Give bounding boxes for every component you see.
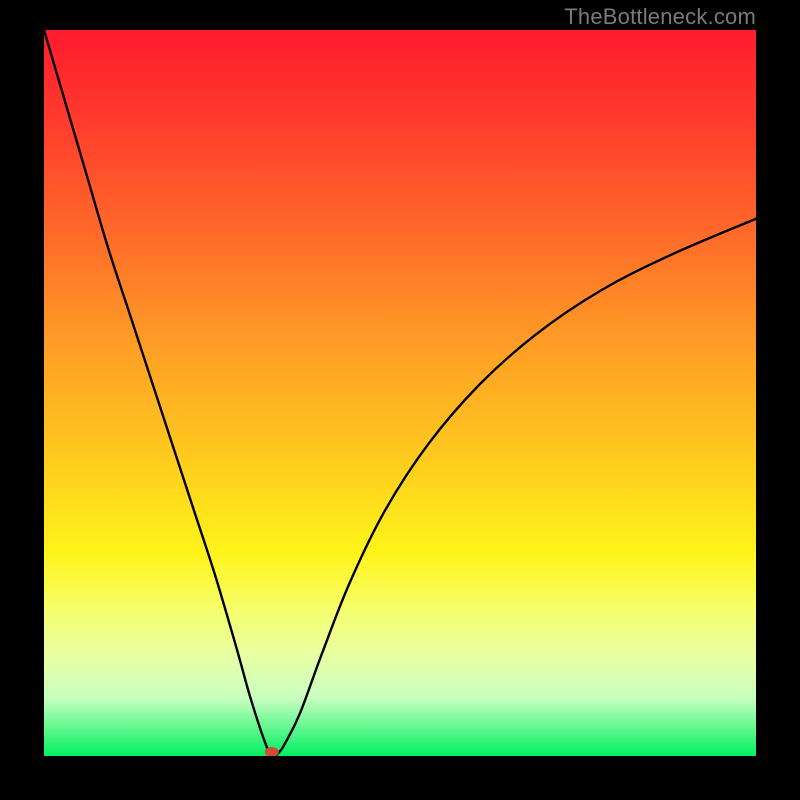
watermark-text: TheBottleneck.com [564,4,756,30]
chart-svg [44,30,756,756]
bottleneck-curve [44,30,756,756]
chart-frame: TheBottleneck.com [0,0,800,800]
plot-area [44,30,756,756]
